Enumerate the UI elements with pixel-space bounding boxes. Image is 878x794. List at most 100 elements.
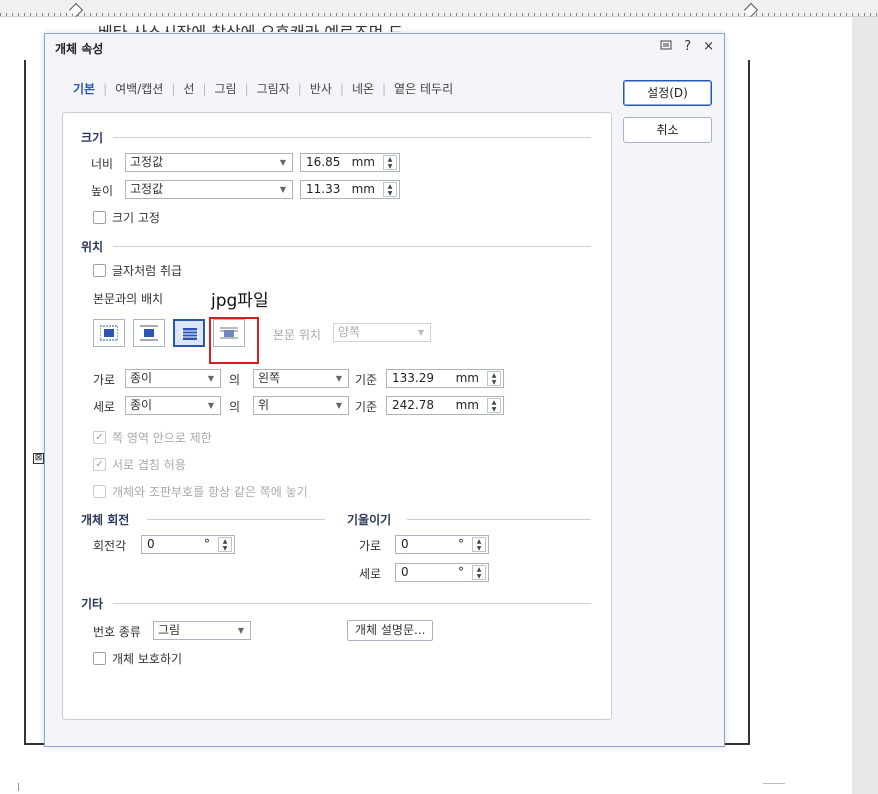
wrap-behind-text-icon <box>181 328 199 340</box>
horizontal-ref-select[interactable]: 종이 ▼ <box>125 369 221 388</box>
indent-marker-left[interactable] <box>68 2 84 18</box>
rotation-angle-spinner[interactable]: 0 ° ▲ ▼ <box>141 535 235 554</box>
spin-arrows-icon[interactable]: ▲ ▼ <box>472 565 486 580</box>
tab-bar: 기본 | 여백/캡션 | 선 | 그림 | 그림자 | 반사 | 네온 | 옅은 테두리 <box>71 80 455 97</box>
vertical-of-label: 의 <box>229 400 241 414</box>
annotation-highlight-box <box>209 317 259 364</box>
horizontal-ruler[interactable] <box>0 0 878 18</box>
checkmark-icon[interactable]: ✓ <box>93 431 106 444</box>
skew-horizontal-label: 가로 <box>359 539 382 553</box>
rotation-section-divider <box>147 519 325 520</box>
ok-button[interactable]: 설정(D) <box>623 80 712 106</box>
chevron-down-icon: ▼ <box>417 328 424 337</box>
spin-arrows-icon[interactable]: ▲ ▼ <box>383 182 397 197</box>
dialog-title: 개체 속성 <box>55 42 104 56</box>
restore-icon[interactable] <box>660 39 672 55</box>
chevron-down-icon: ▼ <box>279 185 286 194</box>
width-label: 너비 <box>91 157 114 171</box>
same-page-checkbox[interactable]: 개체와 조판부호를 항상 같은 쪽에 놓기 <box>93 483 308 500</box>
wrap-square-icon <box>100 325 118 341</box>
position-section-divider <box>113 246 591 247</box>
protect-object-checkbox[interactable]: 개체 보호하기 <box>93 650 182 667</box>
height-mode-select[interactable]: 고정값 ▼ <box>125 180 293 199</box>
rotation-section-title: 개체 회전 <box>81 513 130 527</box>
object-description-button[interactable]: 개체 설명문... <box>347 620 434 641</box>
tab-neon[interactable]: 네온 <box>350 80 376 97</box>
wrap-square-button[interactable] <box>93 319 125 347</box>
horizontal-base-label: 기준 <box>355 373 378 387</box>
close-icon[interactable]: × <box>703 39 714 55</box>
checkbox-box[interactable] <box>93 485 106 498</box>
vertical-align-select[interactable]: 위 ▼ <box>253 396 349 415</box>
number-type-label: 번호 종류 <box>93 625 141 639</box>
size-section-title: 크기 <box>81 131 104 145</box>
rotation-angle-label: 회전각 <box>93 539 127 553</box>
position-section-title: 위치 <box>81 240 104 254</box>
chevron-down-icon: ▼ <box>335 401 342 410</box>
chevron-down-icon: ▼ <box>207 401 214 410</box>
basic-tab-panel: 크기 너비 고정값 ▼ 16.85 mm ▲ ▼ 높이 고정값 ▼ 11.33 mm ▲ ▼ 크… <box>62 112 612 720</box>
wrap-top-bottom-button[interactable] <box>133 319 165 347</box>
skew-horizontal-spinner[interactable]: 0 ° ▲ ▼ <box>395 535 489 554</box>
limit-to-page-checkbox[interactable]: ✓ 쪽 영역 안으로 제한 <box>93 429 212 446</box>
wrap-label: 본문과의 배치 <box>93 292 164 306</box>
height-spinner[interactable]: 11.33 mm ▲ ▼ <box>300 180 400 199</box>
size-lock-checkbox[interactable]: 크기 고정 <box>93 209 160 226</box>
tab-picture[interactable]: 그림 <box>213 80 239 97</box>
horizontal-align-select[interactable]: 왼쪽 ▼ <box>253 369 349 388</box>
dialog-titlebar[interactable]: 개체 속성 ? × <box>45 34 724 60</box>
annotation-label: jpg파일 <box>211 291 269 311</box>
text-position-label: 본문 위치 <box>273 328 321 342</box>
page-border-bottom-right <box>724 743 750 745</box>
document-text-line: 베타 사스시장에 착상에 오후캐라 예로즈먼 드 <box>98 18 403 32</box>
spin-arrows-icon[interactable]: ▲ ▼ <box>383 155 397 170</box>
tab-margin-caption[interactable]: 여백/캡션 <box>113 80 165 97</box>
skew-vertical-spinner[interactable]: 0 ° ▲ ▼ <box>395 563 489 582</box>
cancel-button[interactable]: 취소 <box>623 117 712 143</box>
width-mode-select[interactable]: 고정값 ▼ <box>125 153 293 172</box>
object-anchor-icon[interactable]: ⊠ <box>33 453 44 464</box>
height-label: 높이 <box>91 184 114 198</box>
skew-section-title: 기울이기 <box>347 513 392 527</box>
checkbox-box[interactable] <box>93 264 106 277</box>
skew-vertical-label: 세로 <box>359 567 382 581</box>
spin-arrows-icon[interactable]: ▲ ▼ <box>218 537 232 552</box>
vertical-offset-spinner[interactable]: 242.78 mm ▲ ▼ <box>386 396 504 415</box>
vertical-label: 세로 <box>93 400 116 414</box>
titlebar-icons: ? × <box>660 39 714 55</box>
chevron-down-icon: ▼ <box>279 158 286 167</box>
chevron-down-icon: ▼ <box>207 374 214 383</box>
vertical-ref-select[interactable]: 종이 ▼ <box>125 396 221 415</box>
number-type-select[interactable]: 그림 ▼ <box>153 621 251 640</box>
tab-shadow[interactable]: 그림자 <box>255 80 292 97</box>
checkbox-box[interactable] <box>93 652 106 665</box>
page-border-left <box>24 60 26 744</box>
help-icon[interactable]: ? <box>684 39 691 55</box>
tab-reflection[interactable]: 반사 <box>308 80 334 97</box>
width-spinner[interactable]: 16.85 mm ▲ ▼ <box>300 153 400 172</box>
wrap-top-bottom-icon <box>140 325 158 341</box>
spin-arrows-icon[interactable]: ▲ ▼ <box>487 371 501 386</box>
page-edge-tick <box>18 783 19 791</box>
checkmark-icon[interactable]: ✓ <box>93 458 106 471</box>
etc-section-title: 기타 <box>81 597 104 611</box>
checkbox-box[interactable] <box>93 211 106 224</box>
chevron-down-icon: ▼ <box>237 626 244 635</box>
vertical-scrollbar[interactable] <box>852 17 878 794</box>
tab-soft-edge[interactable]: 옅은 테두리 <box>392 80 455 97</box>
spin-arrows-icon[interactable]: ▲ ▼ <box>472 537 486 552</box>
tab-basic[interactable]: 기본 <box>71 80 97 97</box>
wrap-behind-text-button[interactable] <box>173 319 205 347</box>
page-border-right <box>748 60 750 744</box>
horizontal-of-label: 의 <box>229 373 241 387</box>
horizontal-offset-spinner[interactable]: 133.29 mm ▲ ▼ <box>386 369 504 388</box>
spin-arrows-icon[interactable]: ▲ ▼ <box>487 398 501 413</box>
allow-overlap-checkbox[interactable]: ✓ 서로 겹침 허용 <box>93 456 186 473</box>
object-properties-dialog: 개체 속성 ? × 기본 | 여백/캡션 | 선 | 그림 | 그림자 | 반사 | 네온 |… <box>44 33 725 747</box>
text-position-select[interactable]: 양쪽 ▼ <box>333 323 431 342</box>
tab-line[interactable]: 선 <box>181 80 196 97</box>
horizontal-label: 가로 <box>93 373 116 387</box>
size-section-divider <box>113 137 591 138</box>
treat-as-char-checkbox[interactable]: 글자처럼 취급 <box>93 262 182 279</box>
indent-marker-right[interactable] <box>743 2 759 18</box>
